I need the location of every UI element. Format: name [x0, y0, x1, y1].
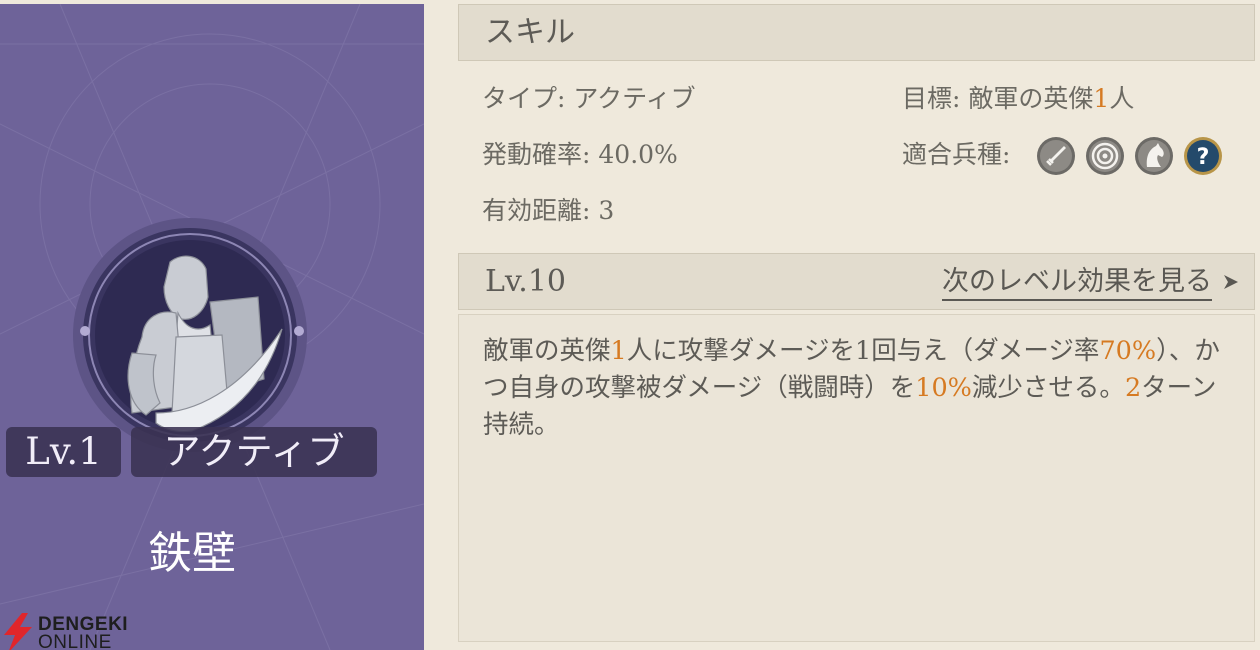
- lightning-logo-icon: [4, 613, 32, 650]
- desc-value-2: 70%: [1099, 336, 1157, 366]
- target-count: 1: [1093, 84, 1110, 113]
- skill-info-panel: スキル タイプ: アクティブ 発動確率: 40.0% 有効距離: 3 目標: 敵…: [458, 0, 1260, 650]
- skill-description: 敵軍の英傑1人に攻撃ダメージを1回与え（ダメージ率70%）、かつ自身の攻撃被ダメ…: [483, 333, 1223, 444]
- target-suffix: 人: [1109, 84, 1135, 113]
- skill-section-header: スキル: [458, 4, 1255, 61]
- type-label: タイプ:: [482, 84, 566, 113]
- horse-icon[interactable]: [1134, 136, 1174, 176]
- skill-card: Lv.1 アクティブ 鉄壁 DENGEKI ONLINE: [0, 4, 424, 650]
- skill-description-box: 敵軍の英傑1人に攻撃ダメージを1回与え（ダメージ率70%）、かつ自身の攻撃被ダメ…: [458, 314, 1255, 642]
- rate-label: 発動確率:: [482, 140, 591, 169]
- desc-text-2: 人に攻撃ダメージを1回与え（ダメージ率: [626, 336, 1100, 366]
- chevron-right-icon[interactable]: [1222, 272, 1240, 292]
- type-value: アクティブ: [573, 84, 696, 113]
- next-level-effect-link[interactable]: 次のレベル効果を見る: [942, 254, 1212, 309]
- target-prefix: 敵軍の英傑: [968, 84, 1094, 113]
- unit-types-row: 適合兵種:: [902, 138, 1010, 172]
- svg-text:?: ?: [1197, 145, 1210, 170]
- current-level: Lv.10: [485, 264, 567, 299]
- skill-type-row: タイプ: アクティブ: [482, 82, 696, 116]
- level-section-header: Lv.10 次のレベル効果を見る: [458, 253, 1255, 310]
- skill-portrait-icon: [73, 218, 307, 452]
- target-icon[interactable]: [1085, 136, 1125, 176]
- target-label: 目標:: [902, 84, 961, 113]
- question-icon[interactable]: ?: [1183, 136, 1223, 176]
- skill-name: 鉄壁: [148, 528, 236, 579]
- effective-range-row: 有効距離: 3: [482, 194, 614, 228]
- next-level-link-text[interactable]: 次のレベル効果を見る: [942, 266, 1212, 301]
- skill-type-badge: アクティブ: [131, 427, 377, 477]
- units-label: 適合兵種:: [902, 140, 1011, 169]
- desc-value-1: 1: [610, 336, 627, 366]
- dengeki-online-logo: DENGEKI ONLINE: [0, 609, 130, 650]
- rate-value: 40.0%: [598, 140, 678, 169]
- desc-value-4: 2: [1124, 373, 1142, 403]
- desc-value-3: 10%: [915, 373, 972, 403]
- level-badge: Lv.1: [6, 427, 121, 477]
- range-value: 3: [598, 196, 615, 225]
- range-label: 有効距離:: [482, 196, 591, 225]
- skill-section-title: スキル: [485, 15, 575, 50]
- sword-icon[interactable]: [1036, 136, 1076, 176]
- desc-text-1: 敵軍の英傑: [483, 336, 611, 366]
- logo-text-line2: ONLINE: [38, 632, 112, 650]
- activation-rate-row: 発動確率: 40.0%: [482, 138, 678, 172]
- target-row: 目標: 敵軍の英傑1人: [902, 82, 1134, 116]
- desc-text-4: 減少させる。: [971, 373, 1125, 403]
